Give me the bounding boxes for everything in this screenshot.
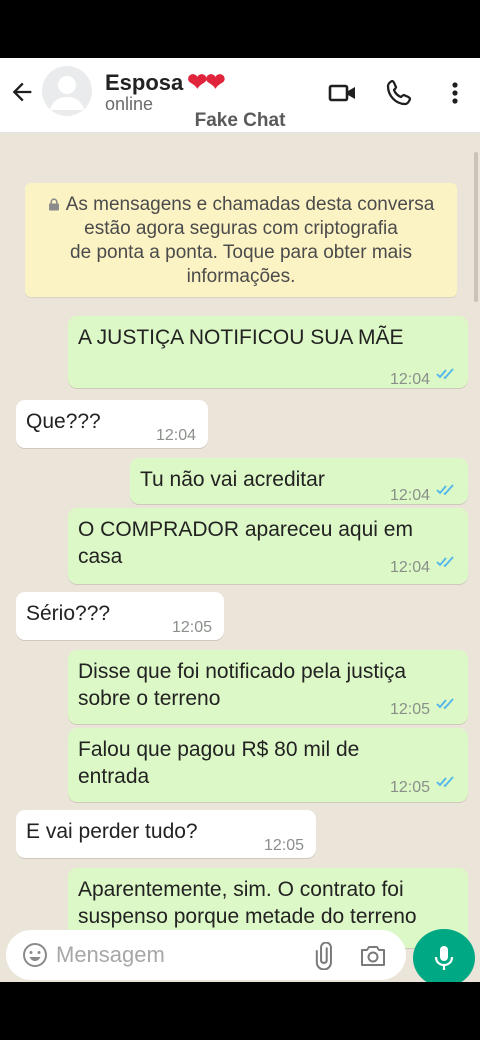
contact-name-text: Esposa	[105, 70, 184, 95]
default-avatar-icon	[50, 76, 84, 110]
outgoing-message[interactable]: A JUSTIÇA NOTIFICOU SUA MÃE 12:04	[68, 316, 468, 388]
read-ticks-icon	[436, 368, 454, 380]
message-input-bar: Mensagem	[0, 924, 480, 982]
incoming-message[interactable]: Que??? 12:04	[16, 400, 208, 448]
more-options-icon[interactable]	[440, 78, 470, 108]
message-time: 12:04	[389, 487, 430, 504]
contact-name[interactable]: Esposa ❤❤	[105, 68, 225, 97]
message-time: 12:05	[263, 837, 304, 854]
mic-icon	[434, 946, 454, 970]
outgoing-message[interactable]: Falou que pagou R$ 80 mil de entrada 12:…	[68, 728, 468, 802]
encryption-notice-line: de ponta a ponta. Toque para obter mais	[70, 242, 412, 263]
message-time: 12:04	[389, 371, 430, 388]
back-arrow-icon[interactable]	[8, 78, 36, 106]
message-text: A JUSTIÇA NOTIFICOU SUA MÃE	[78, 326, 404, 349]
message-list[interactable]: As mensagens e chamadas desta conversa e…	[0, 132, 480, 948]
lock-icon	[48, 198, 59, 211]
message-input[interactable]: Mensagem	[6, 930, 406, 980]
chat-screen: Esposa ❤❤ online Fake Chat As mensagens e…	[0, 58, 480, 982]
outgoing-message[interactable]: O COMPRADOR apareceu aqui em casa 12:04	[68, 508, 468, 584]
chat-header: Esposa ❤❤ online Fake Chat	[0, 58, 480, 133]
emoji-icon[interactable]	[22, 942, 48, 968]
read-ticks-icon	[436, 484, 454, 496]
message-time: 12:05	[389, 701, 430, 718]
message-time: 12:05	[389, 779, 430, 796]
read-ticks-icon	[436, 698, 454, 710]
mic-button[interactable]	[413, 929, 475, 982]
message-text: Aparentemente, sim. O contrato foi suspe…	[78, 878, 417, 928]
video-call-icon[interactable]	[328, 78, 358, 108]
encryption-notice-line: As mensagens e chamadas desta conversa	[25, 193, 457, 217]
message-time: 12:04	[389, 559, 430, 576]
message-text: Falou que pagou R$ 80 mil de entrada	[78, 738, 360, 788]
message-time: 12:05	[171, 619, 212, 636]
read-ticks-icon	[436, 556, 454, 568]
camera-icon[interactable]	[359, 942, 387, 970]
incoming-message[interactable]: E vai perder tudo? 12:05	[16, 810, 316, 858]
voice-call-icon[interactable]	[384, 78, 414, 108]
attach-icon[interactable]	[312, 942, 340, 970]
message-time: 12:04	[155, 427, 196, 444]
message-placeholder: Mensagem	[56, 942, 165, 967]
read-ticks-icon	[436, 776, 454, 788]
encryption-notice[interactable]: As mensagens e chamadas desta conversa e…	[25, 183, 457, 297]
encryption-notice-line: estão agora seguras com criptografia	[84, 218, 398, 239]
avatar[interactable]	[42, 66, 92, 116]
incoming-message[interactable]: Sério??? 12:05	[16, 592, 224, 640]
outgoing-message[interactable]: Tu não vai acreditar 12:04	[130, 458, 468, 504]
encryption-notice-line: informações.	[186, 266, 296, 287]
hearts-emoji: ❤❤	[187, 69, 225, 96]
fake-chat-watermark: Fake Chat	[194, 110, 286, 131]
outgoing-message[interactable]: Disse que foi notificado pela justiça so…	[68, 650, 468, 724]
scrollbar[interactable]	[474, 152, 478, 302]
